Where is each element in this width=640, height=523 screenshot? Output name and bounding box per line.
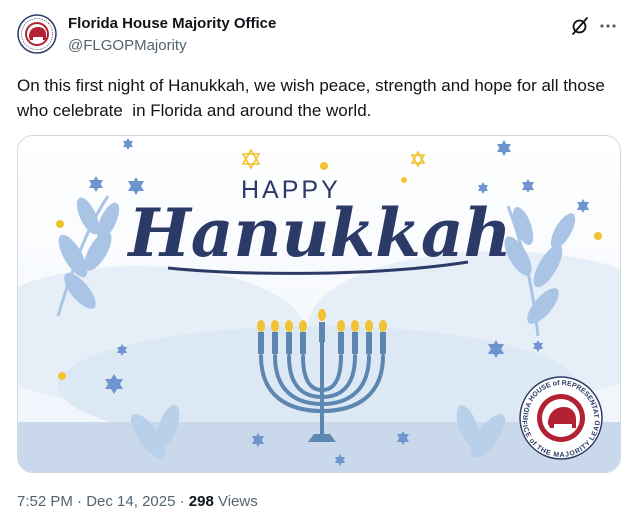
tweet-time[interactable]: 7:52 PM (17, 493, 73, 510)
views-count: 298 (188, 493, 214, 510)
florida-house-seal-icon (17, 14, 57, 54)
hanukkah-graphic: HAPPY Hanukkah RIDA HOUSE of REPRESENTAT… (18, 136, 620, 472)
more-options-icon[interactable] (597, 16, 619, 36)
display-name[interactable]: Florida House Majority Office (68, 15, 276, 32)
florida-house-majority-seal: FLORIDA HOUSE of REPRESENTATIVES OFFICE … (519, 376, 603, 460)
meta-separator: · (72, 493, 87, 510)
grok-icon[interactable] (570, 16, 590, 36)
meta-separator: · (175, 493, 189, 510)
views-label: Views (213, 493, 258, 510)
avatar[interactable] (17, 14, 57, 54)
account-handle[interactable]: @FLGOPMajority (68, 37, 187, 54)
tweet-date[interactable]: Dec 14, 2025 (86, 493, 175, 510)
tweet-meta: 7:52 PM · Dec 14, 2025 · 298 Views (17, 493, 258, 510)
hanukkah-title: Hanukkah (126, 194, 511, 272)
tweet-text: On this first night of Hanukkah, we wish… (17, 76, 610, 120)
tweet-media-image[interactable]: HAPPY Hanukkah RIDA HOUSE of REPRESENTAT… (17, 135, 621, 473)
